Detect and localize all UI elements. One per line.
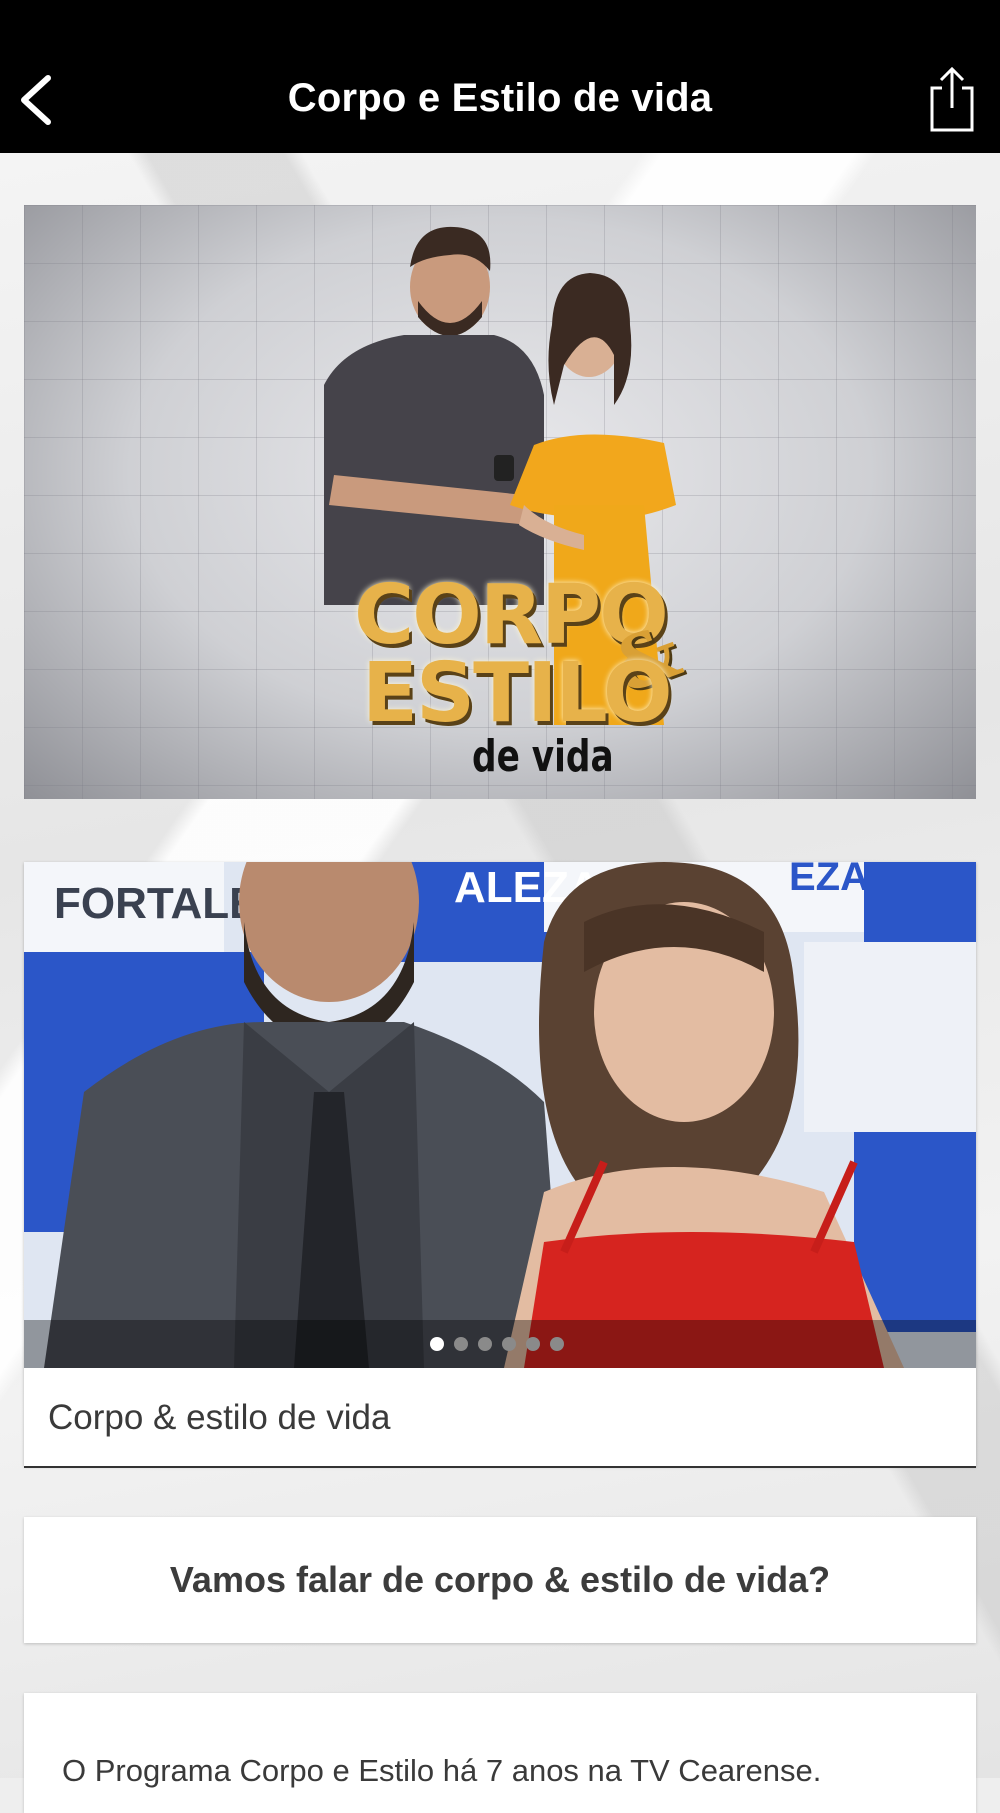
share-icon [930,66,974,132]
description-card: O Programa Corpo e Estilo há 7 anos na T… [24,1693,976,1813]
chevron-left-icon [21,75,51,125]
slide-dot-3[interactable] [478,1337,492,1351]
slide-dot-5[interactable] [526,1337,540,1351]
hero-banner-image: CORPO & ESTILO de vida [24,205,976,799]
description-text: O Programa Corpo e Estilo há 7 anos na T… [62,1753,822,1788]
section-heading-card: Vamos falar de corpo & estilo de vida? [24,1517,976,1643]
photo-backdrop-text-right: EZA [789,862,869,899]
logo-word-estilo: ESTILO [362,646,673,741]
page-title: Corpo e Estilo de vida [287,76,713,120]
slideshow-dots-bar [24,1320,976,1368]
slide-dot-6[interactable] [550,1337,564,1351]
navigation-bar: Corpo e Estilo de vida [0,0,1000,153]
section-heading: Vamos falar de corpo & estilo de vida? [169,1559,831,1600]
back-button[interactable] [14,72,62,128]
slideshow-pagination [430,1337,564,1351]
event-photo: FORTALEZ ALEZA EZA [24,862,976,1368]
slideshow-photo[interactable]: FORTALEZ ALEZA EZA [24,862,976,1368]
slide-dot-2[interactable] [454,1337,468,1351]
slide-dot-4[interactable] [502,1337,516,1351]
share-button[interactable] [924,66,980,134]
slideshow-card[interactable]: FORTALEZ ALEZA EZA Corpo & estilo de vid… [24,862,976,1466]
slide-dot-1[interactable] [430,1337,444,1351]
logo-word-de-vida: de vida [472,731,614,782]
slideshow-caption: Corpo & estilo de vida [48,1398,391,1437]
